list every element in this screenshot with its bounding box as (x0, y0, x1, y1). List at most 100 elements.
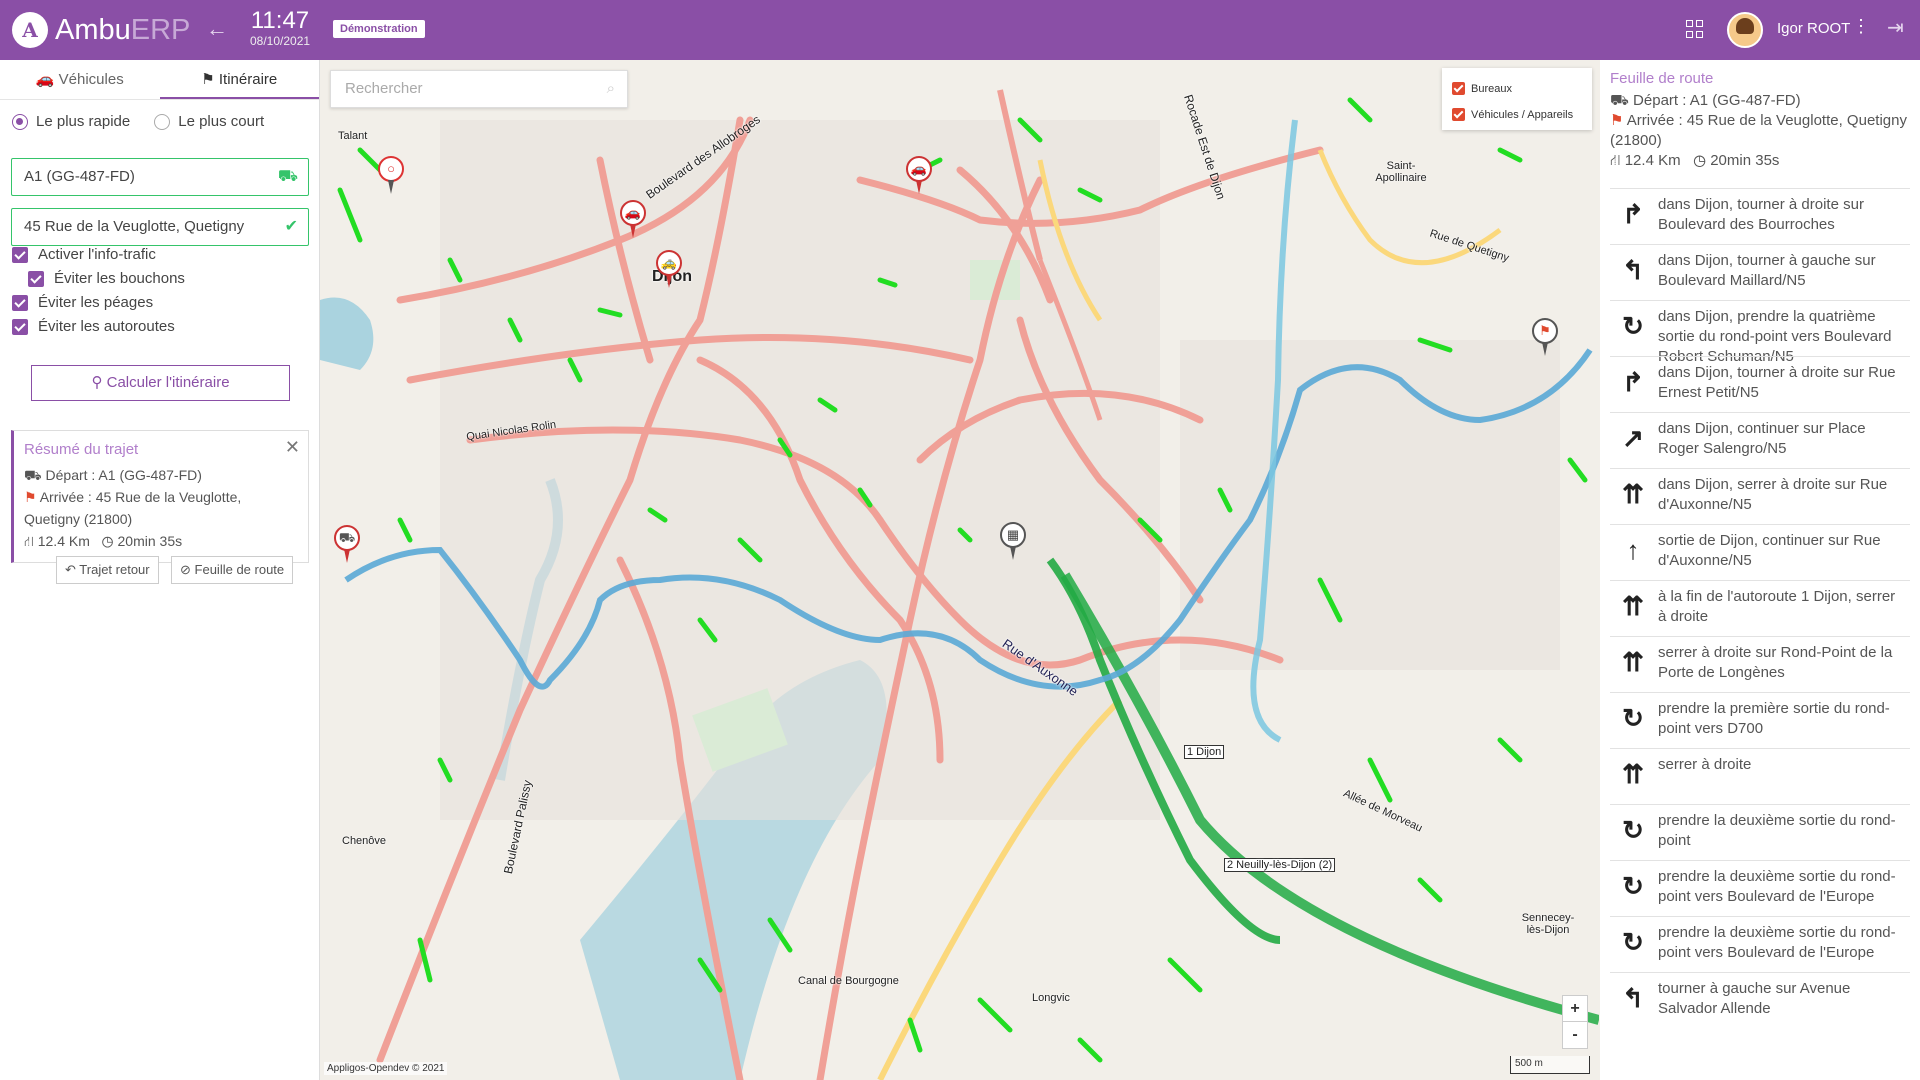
search-icon[interactable]: ⌕ (607, 71, 615, 107)
roadsheet-step[interactable]: ⇈ serrer à droite (1610, 748, 1910, 804)
map-scale: 500 m (1510, 1056, 1590, 1074)
panel-tabs: 🚗 Véhicules ⚑ Itinéraire (0, 60, 319, 100)
close-icon[interactable]: ✕ (285, 437, 300, 458)
route-icon: ⚲ (91, 374, 103, 391)
radio-dot[interactable] (12, 113, 28, 130)
flag-icon: ⚑ (1610, 112, 1624, 129)
back-arrow-icon[interactable]: ← (206, 16, 228, 42)
roadsheet-step[interactable]: ↱ dans Dijon, tourner à droite sur Rue Er… (1610, 356, 1910, 412)
vehicle-pin[interactable]: ▦ (998, 522, 1028, 562)
roadsheet-step[interactable]: ⇈ à la fin de l'autoroute 1 Dijon, serrer… (1610, 580, 1910, 636)
zoom-in-button[interactable]: + (1563, 996, 1587, 1022)
turn-left-icon: ↰ (1622, 255, 1644, 285)
radio-dot[interactable] (154, 113, 171, 130)
user-name[interactable]: Igor ROOT (1777, 20, 1850, 37)
return-trip-button[interactable]: ↶ Trajet retour (56, 556, 159, 584)
button-label: Feuille de route (194, 562, 285, 577)
roadsheet-step[interactable]: ↰ tourner à gauche sur Avenue Salvador Al… (1610, 972, 1910, 1028)
roadsheet-title: Feuille de route (1610, 70, 1714, 87)
checkbox[interactable] (12, 294, 28, 311)
radio-shortest[interactable]: Le plus court (154, 113, 264, 130)
arrival-pin[interactable]: ⚑ (1530, 318, 1560, 358)
flag-icon: ⚑ (1532, 318, 1558, 344)
roadsheet-button[interactable]: ⊘ Feuille de route (171, 556, 294, 584)
option-avoid-highways[interactable]: Éviter les autoroutes (12, 318, 175, 335)
map-canvas[interactable] (320, 60, 1599, 1080)
checkbox[interactable] (1452, 108, 1465, 121)
clock-time: 11:47 (250, 7, 310, 34)
compass-icon: ⊘ (180, 562, 191, 577)
checkbox[interactable] (1452, 82, 1465, 95)
arrival-input[interactable]: 45 Rue de la Veuglotte, Quetigny ✔ (11, 208, 309, 246)
tab-label: Itinéraire (218, 71, 278, 88)
roadsheet-panel: Feuille de route ⛟ Départ : A1 (GG-487-F… (1600, 60, 1920, 1080)
tab-itineraire[interactable]: ⚑ Itinéraire (159, 60, 319, 99)
layer-label: Bureaux (1471, 82, 1512, 95)
roadsheet-arrival-text: Arrivée : 45 Rue de la Veuglotte, Quetig… (1610, 112, 1907, 149)
roadsheet-step[interactable]: ⇈ serrer à droite sur Rond-Point de la Po… (1610, 636, 1910, 692)
brand-sub: ERP (130, 14, 191, 46)
step-text: dans Dijon, tourner à gauche sur Bouleva… (1658, 252, 1876, 289)
roadsheet-steps: ↱ dans Dijon, tourner à droite sur Boulev… (1610, 188, 1910, 1028)
radio-fastest[interactable]: Le plus rapide (12, 113, 130, 130)
button-label: Calculer l'itinéraire (106, 374, 230, 391)
road-icon: ⛙ (24, 533, 34, 549)
checkbox[interactable] (12, 246, 28, 263)
app-logo[interactable]: A (12, 12, 48, 48)
map-attribution: Appligos-Opendev © 2021 (324, 1062, 448, 1075)
calculate-route-button[interactable]: ⚲ Calculer l'itinéraire (31, 365, 290, 401)
departure-input[interactable]: A1 (GG-487-FD) ⛟ (11, 158, 309, 196)
signpost-icon: ⚑ (201, 71, 215, 88)
roadsheet-step[interactable]: ↻ dans Dijon, prendre la quatrième sortie… (1610, 300, 1910, 365)
map-label-talant: Talant (338, 130, 368, 142)
layer-vehicles[interactable]: Véhicules / Appareils (1452, 108, 1573, 121)
vehicle-pin[interactable]: 🚗 (618, 200, 648, 240)
vehicle-pin[interactable]: 🚗 (904, 156, 934, 196)
roundabout-icon: ↻ (1622, 815, 1644, 845)
apps-grid-icon[interactable] (1686, 20, 1704, 38)
ambulance-icon: ⛟ (24, 467, 42, 483)
avatar[interactable] (1727, 12, 1763, 48)
roadsheet-step[interactable]: ↻ prendre la deuxième sortie du rond-poin… (1610, 860, 1910, 916)
roadsheet-step[interactable]: ↗ dans Dijon, continuer sur Place Roger S… (1610, 412, 1910, 468)
start-pin[interactable]: ⛟ (332, 525, 362, 565)
roadsheet-step[interactable]: ↻ prendre la deuxième sortie du rond-poin… (1610, 804, 1910, 860)
option-avoid-jams[interactable]: Éviter les bouchons (28, 270, 185, 287)
step-text: tourner à gauche sur Avenue Salvador All… (1658, 980, 1851, 1017)
roadsheet-step[interactable]: ↑ sortie de Dijon, continuer sur Rue d'Au… (1610, 524, 1910, 580)
option-traffic[interactable]: Activer l'info-trafic (12, 246, 156, 263)
checkbox[interactable] (28, 270, 44, 287)
roadsheet-step[interactable]: ↱ dans Dijon, tourner à droite sur Boulev… (1610, 188, 1910, 244)
roadsheet-step[interactable]: ⇈ dans Dijon, serrer à droite sur Rue d'A… (1610, 468, 1910, 524)
keep-right-icon: ⇈ (1622, 759, 1644, 789)
layer-offices[interactable]: Bureaux (1452, 82, 1512, 95)
office-icon: ○ (378, 156, 404, 182)
roadsheet-step[interactable]: ↻ prendre la première sortie du rond-poin… (1610, 692, 1910, 748)
straight-icon: ↑ (1626, 535, 1640, 565)
map-label-exit2: 2 Neuilly-lès-Dijon (2) (1224, 858, 1336, 872)
layer-label: Véhicules / Appareils (1471, 108, 1574, 121)
logout-icon[interactable]: ⇥ (1887, 15, 1904, 40)
car-icon: 🚗 (35, 71, 55, 88)
checkbox[interactable] (12, 318, 28, 335)
map-label-longvic: Longvic (1032, 992, 1070, 1004)
roadsheet-step[interactable]: ↻ prendre la deuxième sortie du rond-poin… (1610, 916, 1910, 972)
zoom-out-button[interactable]: - (1563, 1022, 1587, 1048)
clock-date: 08/10/2021 (250, 34, 311, 48)
option-avoid-tolls[interactable]: Éviter les péages (12, 294, 153, 311)
map-view[interactable]: Dijon Talant Chenôve Longvic Saint-Apoll… (320, 60, 1599, 1080)
summary-departure: ⛟ Départ : A1 (GG-487-FD) (24, 464, 298, 486)
vehicle-pin[interactable]: 🚕 (654, 250, 684, 290)
office-pin[interactable]: ○ (376, 156, 406, 196)
flag-icon: ⚑ (24, 489, 37, 505)
clock-icon: ◷ (1693, 152, 1707, 169)
step-text: dans Dijon, tourner à droite sur Bouleva… (1658, 196, 1864, 233)
app-brand: AmbuERP (55, 14, 190, 47)
trip-summary-card: Résumé du trajet ✕ ⛟ Départ : A1 (GG-487… (11, 430, 309, 563)
more-vertical-icon[interactable]: ⋮ (1852, 16, 1870, 37)
tab-vehicules[interactable]: 🚗 Véhicules (0, 60, 160, 99)
roadsheet-step[interactable]: ↰ dans Dijon, tourner à gauche sur Boulev… (1610, 244, 1910, 300)
layer-control: Bureaux Véhicules / Appareils (1442, 68, 1592, 130)
map-search-input[interactable]: Rechercher ⌕ (330, 70, 628, 108)
taxi-icon: 🚕 (656, 250, 682, 276)
